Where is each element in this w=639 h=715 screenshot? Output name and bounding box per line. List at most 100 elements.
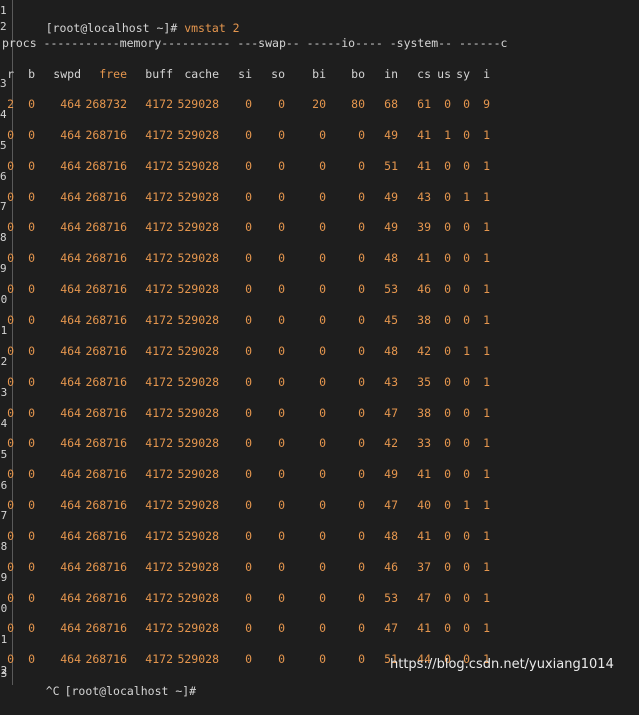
table-cell: 4172 bbox=[145, 652, 173, 667]
table-cell: 268716 bbox=[85, 405, 127, 420]
table-cell: 0 bbox=[28, 621, 35, 636]
table-cell: 529028 bbox=[177, 220, 219, 235]
table-cell: 0 bbox=[319, 467, 326, 482]
table-cell: 0 bbox=[278, 220, 285, 235]
table-cell: 0 bbox=[358, 621, 365, 636]
table-cell: 1 bbox=[483, 343, 490, 358]
table-cell: 529028 bbox=[177, 590, 219, 605]
table-cell: 4172 bbox=[145, 374, 173, 389]
table-cell: 41 bbox=[417, 621, 431, 636]
column-header: buff bbox=[145, 67, 173, 81]
terminal-window[interactable]: 1234567891011121314151617181920212223 [r… bbox=[0, 0, 639, 698]
table-cell: 0 bbox=[463, 251, 470, 266]
table-cell: 2 bbox=[7, 97, 14, 111]
table-cell: 268716 bbox=[85, 312, 127, 327]
table-cell: 268716 bbox=[85, 251, 127, 266]
table-cell: 529028 bbox=[177, 528, 219, 543]
column-header: sy bbox=[456, 67, 470, 81]
table-cell: 529028 bbox=[177, 127, 219, 142]
table-cell: 0 bbox=[278, 436, 285, 451]
table-cell: 0 bbox=[463, 467, 470, 482]
table-cell: 0 bbox=[444, 528, 451, 543]
table-cell: 464 bbox=[60, 220, 81, 235]
table-cell: 4172 bbox=[145, 467, 173, 482]
table-cell: 4172 bbox=[145, 282, 173, 297]
table-cell: 0 bbox=[7, 374, 14, 389]
table-cell: 0 bbox=[444, 312, 451, 327]
table-cell: 0 bbox=[358, 467, 365, 482]
table-cell: 0 bbox=[28, 436, 35, 451]
table-cell: 0 bbox=[319, 127, 326, 142]
line-number: 19 bbox=[0, 571, 8, 585]
column-header: cs bbox=[417, 67, 431, 81]
line-number: 2 bbox=[0, 20, 7, 33]
table-cell: 38 bbox=[417, 312, 431, 327]
table-cell: 1 bbox=[483, 374, 490, 389]
column-header: r bbox=[7, 67, 14, 81]
table-cell: 0 bbox=[278, 559, 285, 574]
table-cell: 0 bbox=[245, 436, 252, 451]
table-cell: 0 bbox=[319, 251, 326, 266]
table-cell: 0 bbox=[444, 282, 451, 297]
table-cell: 464 bbox=[60, 652, 81, 667]
table-cell: 1 bbox=[483, 528, 490, 543]
table-cell: 464 bbox=[60, 528, 81, 543]
table-cell: 0 bbox=[7, 436, 14, 451]
table-cell: 268716 bbox=[85, 343, 127, 358]
table-cell: 0 bbox=[7, 498, 14, 513]
column-header: us bbox=[437, 67, 451, 81]
table-cell: 0 bbox=[28, 405, 35, 420]
table-cell: 0 bbox=[319, 436, 326, 451]
table-cell: 529028 bbox=[177, 343, 219, 358]
table-cell: 529028 bbox=[177, 621, 219, 636]
table-cell: 1 bbox=[483, 220, 490, 235]
table-cell: 33 bbox=[417, 436, 431, 451]
table-cell: 4172 bbox=[145, 436, 173, 451]
table-cell: 0 bbox=[7, 467, 14, 482]
table-cell: 0 bbox=[444, 467, 451, 482]
table-cell: 0 bbox=[463, 590, 470, 605]
table-cell: 529028 bbox=[177, 158, 219, 173]
table-cell: 0 bbox=[28, 498, 35, 513]
table-cell: 0 bbox=[319, 621, 326, 636]
table-cell: 1 bbox=[483, 436, 490, 451]
table-cell: 0 bbox=[245, 158, 252, 173]
table-cell: 529028 bbox=[177, 251, 219, 266]
table-cell: 0 bbox=[278, 621, 285, 636]
table-cell: 0 bbox=[358, 374, 365, 389]
table-cell: 45 bbox=[384, 312, 398, 327]
table-cell: 0 bbox=[319, 189, 326, 204]
line-number: 20 bbox=[0, 602, 8, 616]
table-cell: 0 bbox=[319, 652, 326, 667]
table-cell: 464 bbox=[60, 282, 81, 297]
table-cell: 0 bbox=[7, 282, 14, 297]
column-header: swpd bbox=[53, 67, 81, 81]
table-cell: 0 bbox=[7, 343, 14, 358]
table-cell: 9 bbox=[483, 97, 490, 111]
table-cell: 0 bbox=[444, 590, 451, 605]
table-cell: 268716 bbox=[85, 498, 127, 513]
table-cell: 0 bbox=[278, 652, 285, 667]
line-number: 13 bbox=[0, 385, 8, 399]
table-cell: 0 bbox=[28, 97, 35, 111]
table-cell: 43 bbox=[417, 189, 431, 204]
table-cell: 0 bbox=[28, 189, 35, 204]
group-header: procs -----------memory---------- ---swa… bbox=[2, 36, 508, 50]
table-cell: 0 bbox=[278, 312, 285, 327]
table-cell: 4172 bbox=[145, 528, 173, 543]
table-cell: 0 bbox=[444, 189, 451, 204]
table-cell: 268716 bbox=[85, 436, 127, 451]
table-cell: 0 bbox=[245, 559, 252, 574]
column-header: free bbox=[99, 67, 127, 81]
table-cell: 0 bbox=[278, 467, 285, 482]
table-cell: 0 bbox=[358, 559, 365, 574]
table-cell: 464 bbox=[60, 590, 81, 605]
table-cell: 49 bbox=[384, 467, 398, 482]
table-cell: 464 bbox=[60, 127, 81, 142]
table-cell: 268716 bbox=[85, 467, 127, 482]
table-cell: 20 bbox=[312, 97, 326, 111]
table-cell: 1 bbox=[483, 405, 490, 420]
table-cell: 529028 bbox=[177, 498, 219, 513]
table-cell: 464 bbox=[60, 467, 81, 482]
table-cell: 464 bbox=[60, 343, 81, 358]
